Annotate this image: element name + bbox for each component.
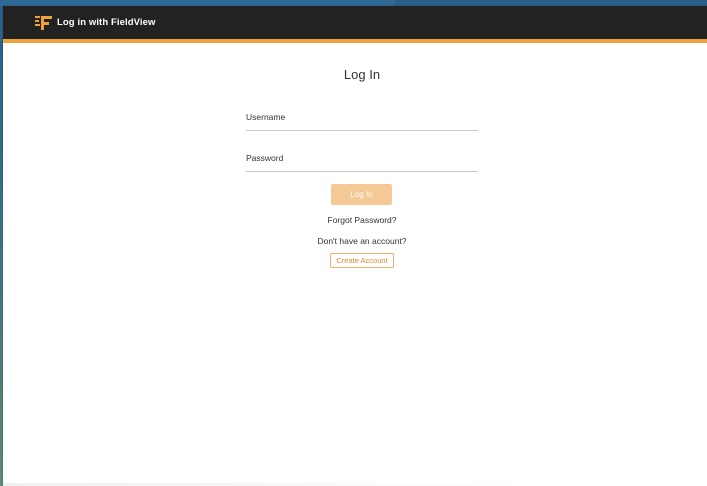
login-window: Log in with FieldView Log In Username Pa… <box>3 6 707 486</box>
header-title: Log in with FieldView <box>57 17 156 28</box>
password-field-group: Password <box>246 153 478 172</box>
page-title: Log In <box>343 67 381 82</box>
username-input[interactable] <box>246 124 478 130</box>
no-account-text: Don't have an account? <box>317 236 407 246</box>
fieldview-logo-icon <box>35 14 53 32</box>
login-button[interactable]: Log In <box>331 184 392 205</box>
create-account-button[interactable]: Create Account <box>330 253 394 268</box>
username-field-group: Username <box>246 112 478 131</box>
password-input[interactable] <box>246 165 478 171</box>
app-header: Log in with FieldView <box>3 6 707 43</box>
password-label: Password <box>246 153 284 163</box>
forgot-password-link[interactable]: Forgot Password? <box>3 215 707 225</box>
username-label: Username <box>246 112 286 122</box>
